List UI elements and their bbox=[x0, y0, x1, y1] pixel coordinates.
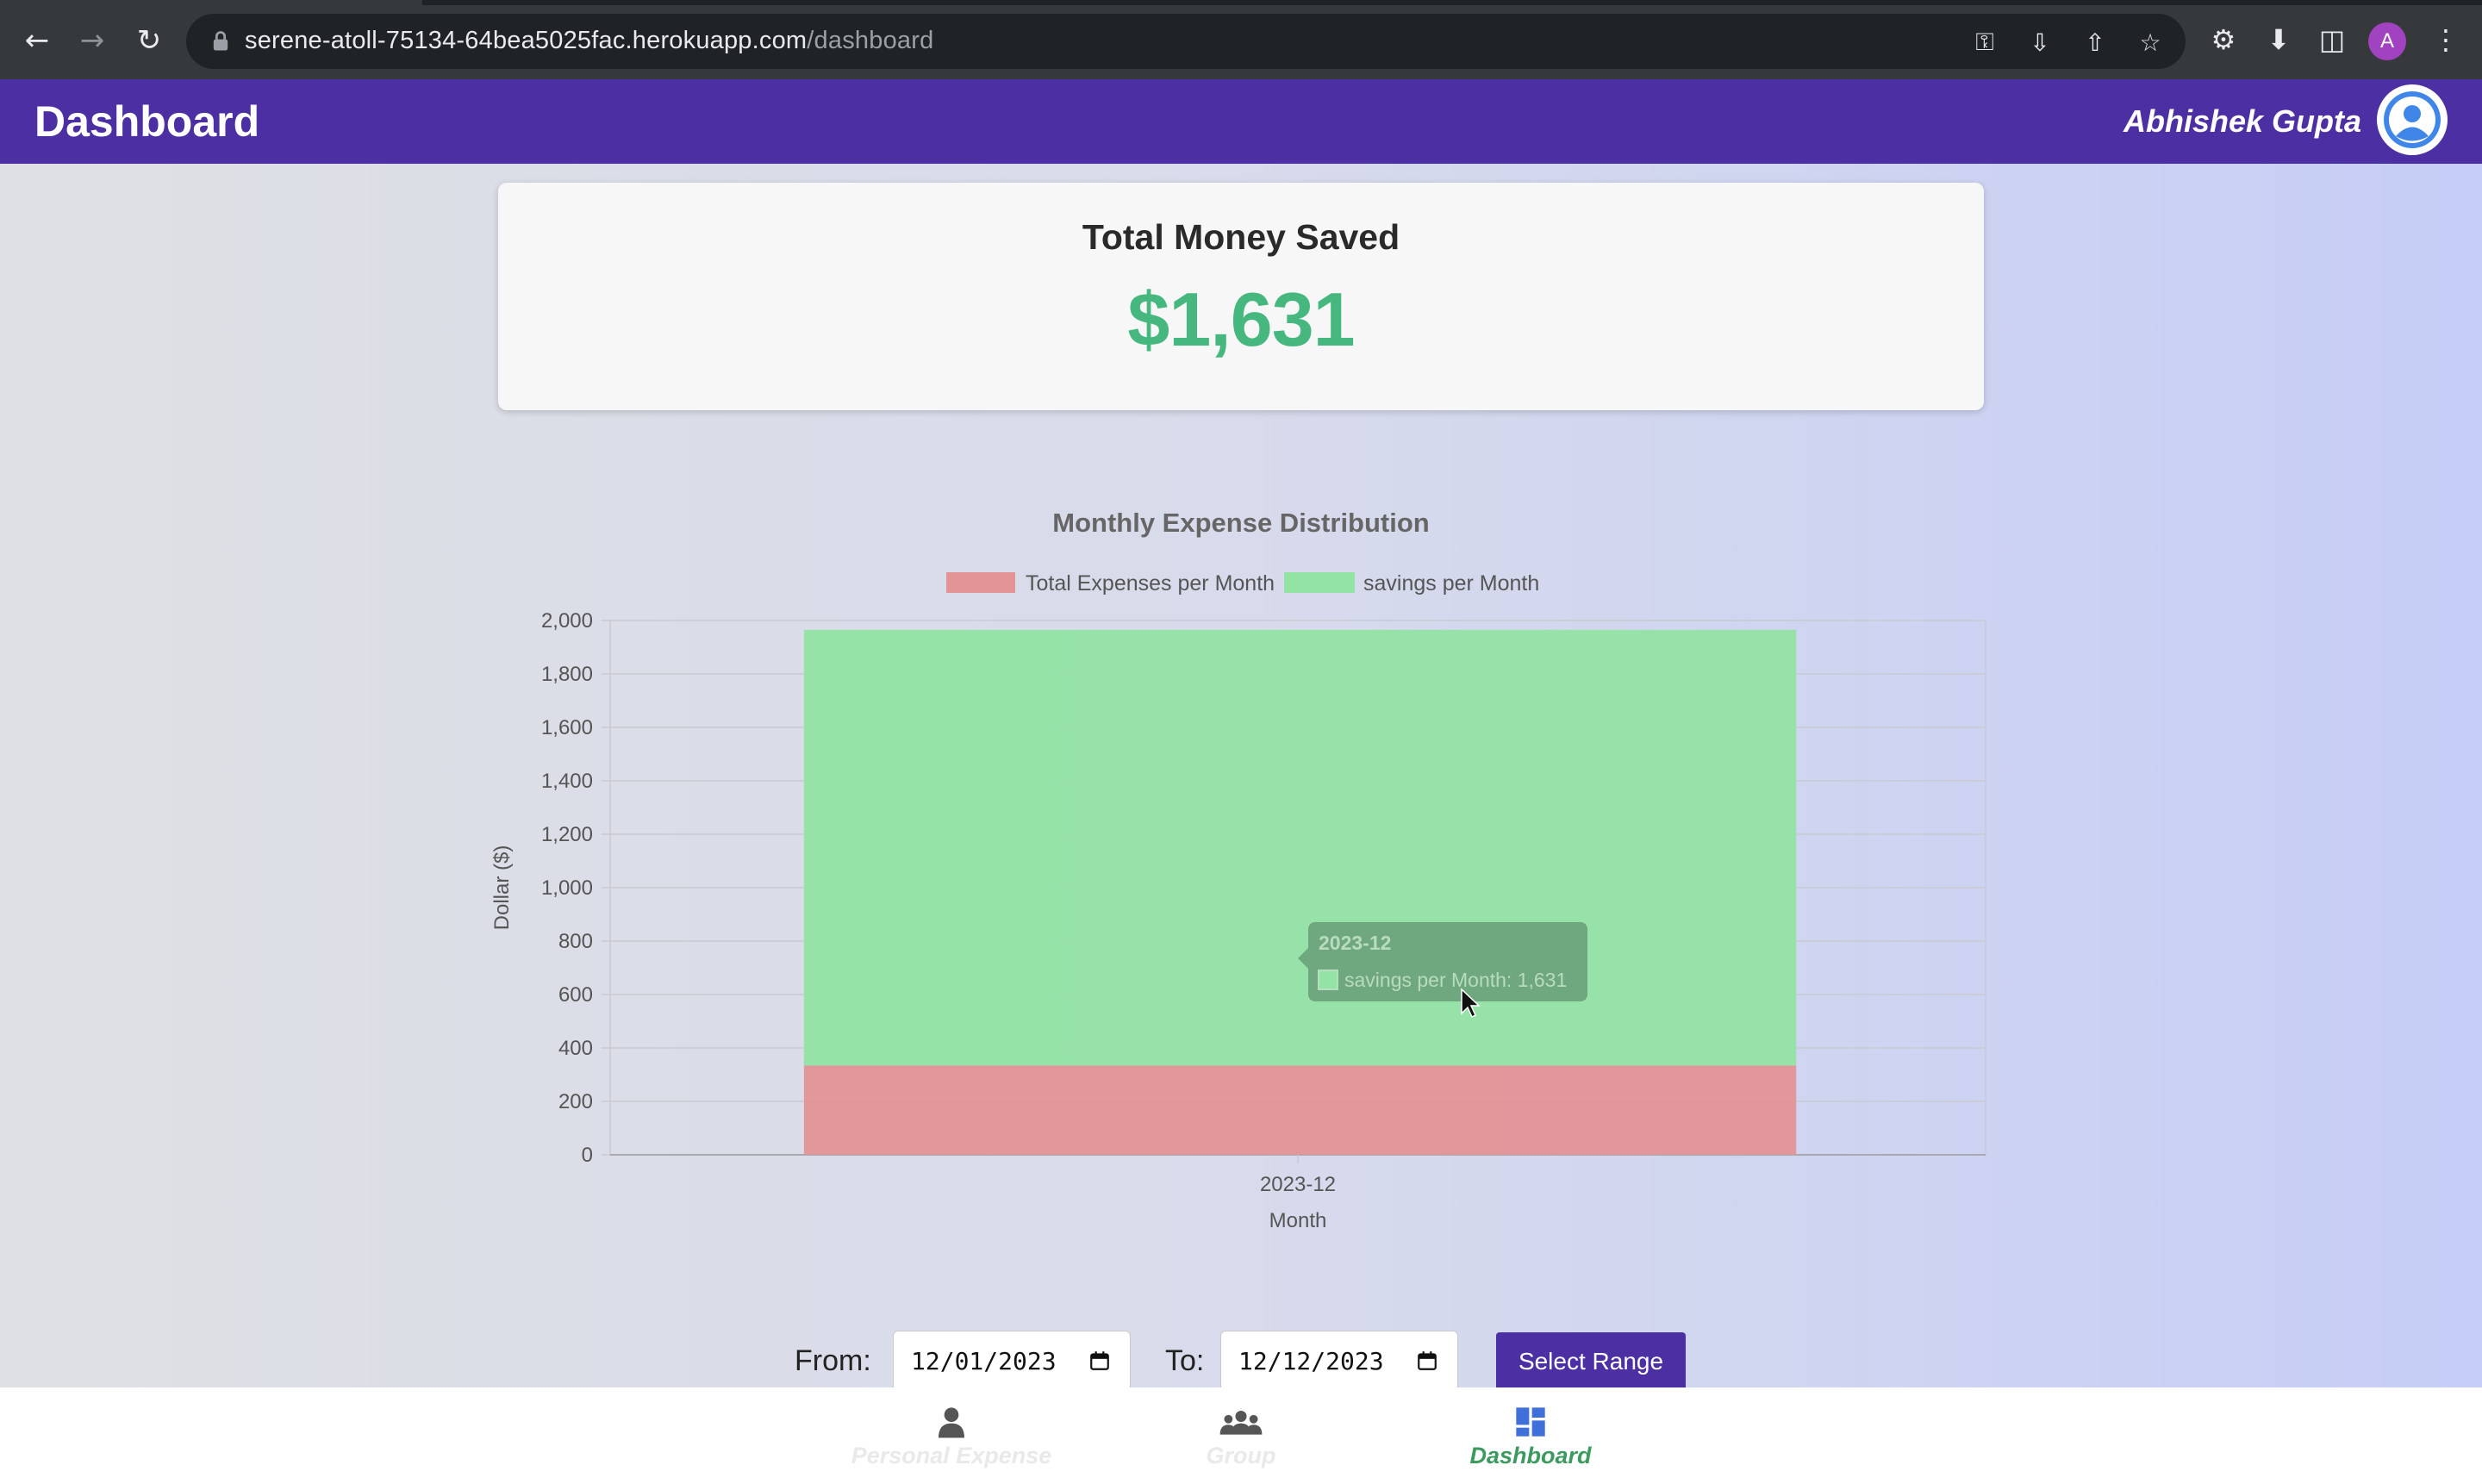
extensions-icon[interactable]: ⚙ bbox=[2206, 22, 2241, 57]
dashboard-icon bbox=[1516, 1407, 1545, 1437]
y-axis-label: Dollar ($) bbox=[490, 845, 514, 931]
savings-title: Total Money Saved bbox=[1082, 217, 1400, 257]
nav-label-dashboard: Dashboard bbox=[1469, 1443, 1592, 1468]
forward-button[interactable]: → bbox=[71, 19, 114, 62]
tab-strip bbox=[0, 0, 2482, 5]
page-title: Dashboard bbox=[34, 97, 260, 146]
nav-label-personal-expense: Personal Expense bbox=[851, 1443, 1052, 1468]
lock-icon bbox=[213, 31, 228, 51]
y-tick-label: 1,000 bbox=[541, 876, 593, 900]
y-tick-label: 2,000 bbox=[541, 609, 593, 633]
bottom-navigation: Personal Expense Group Dashboard bbox=[0, 1387, 2482, 1484]
chart-title: Monthly Expense Distribution bbox=[1052, 508, 1429, 538]
to-label: To: bbox=[1165, 1344, 1205, 1377]
legend-label: savings per Month bbox=[1363, 571, 1539, 595]
select-range-button[interactable]: Select Range bbox=[1496, 1332, 1686, 1391]
reload-button[interactable]: ↻ bbox=[128, 19, 171, 62]
legend-swatch bbox=[946, 572, 1015, 593]
nav-label-group: Group bbox=[1206, 1443, 1276, 1468]
from-date-value: 12/01/2023 bbox=[911, 1347, 1057, 1375]
y-tick-label: 1,600 bbox=[541, 716, 593, 739]
legend-label: Total Expenses per Month bbox=[1026, 571, 1275, 595]
y-tick-label: 800 bbox=[558, 930, 593, 953]
y-tick-label: 1,400 bbox=[541, 770, 593, 793]
menu-kebab-icon[interactable]: ⋮ bbox=[2429, 22, 2463, 57]
y-tick-label: 400 bbox=[558, 1037, 593, 1060]
install-app-icon[interactable]: ⇩ bbox=[2025, 28, 2055, 57]
y-tick-label: 0 bbox=[582, 1144, 593, 1167]
back-button[interactable]: ← bbox=[16, 19, 59, 62]
url-text[interactable]: serene-atoll-75134-64bea5025fac.herokuap… bbox=[245, 27, 933, 55]
y-tick-label: 600 bbox=[558, 983, 593, 1007]
user-name: Abhishek Gupta bbox=[2123, 103, 2361, 139]
browser-toolbar: ← → ↻ serene-atoll-75134-64bea5025fac.he… bbox=[0, 0, 2482, 79]
profile-avatar[interactable]: A bbox=[2368, 22, 2406, 60]
bar-expenses bbox=[803, 1065, 1797, 1155]
x-axis-label: Month bbox=[1269, 1209, 1327, 1232]
expense-chart: Monthly Expense Distribution Total Expens… bbox=[483, 500, 1999, 1258]
user-avatar[interactable] bbox=[2377, 84, 2448, 155]
date-range-selector: From: 12/01/2023 To: 12/12/2023 Select R… bbox=[0, 1327, 2482, 1391]
tooltip-title: 2023-12 bbox=[1319, 932, 1391, 954]
x-tick-label: 2023-12 bbox=[1260, 1173, 1336, 1196]
person-icon bbox=[939, 1407, 964, 1438]
tooltip-swatch bbox=[1318, 970, 1338, 990]
calendar-icon[interactable] bbox=[1416, 1349, 1438, 1373]
savings-card: Total Money Saved $1,631 bbox=[498, 183, 1984, 410]
profile-initial: A bbox=[2379, 29, 2394, 53]
key-icon[interactable]: ⚿ bbox=[1970, 28, 1999, 57]
y-tick-label: 1,200 bbox=[541, 823, 593, 846]
share-icon[interactable]: ⇧ bbox=[2080, 28, 2110, 57]
y-tick-label: 200 bbox=[558, 1090, 593, 1113]
legend-swatch bbox=[1284, 572, 1355, 593]
bar-savings bbox=[803, 629, 1797, 1066]
app-header: Dashboard Abhishek Gupta bbox=[0, 79, 2482, 164]
downloads-icon[interactable]: ⬇ bbox=[2261, 22, 2296, 57]
to-date-value: 12/12/2023 bbox=[1238, 1347, 1384, 1375]
nav-item-group[interactable]: Group bbox=[1138, 1405, 1344, 1482]
tooltip-text: savings per Month: 1,631 bbox=[1344, 969, 1567, 991]
to-date-input[interactable]: 12/12/2023 bbox=[1220, 1331, 1458, 1391]
savings-amount: $1,631 bbox=[1127, 277, 1355, 362]
from-date-input[interactable]: 12/01/2023 bbox=[893, 1331, 1131, 1391]
y-tick-label: 1,800 bbox=[541, 663, 593, 686]
nav-item-personal-expense[interactable]: Personal Expense bbox=[848, 1405, 1055, 1482]
calendar-icon[interactable] bbox=[1088, 1349, 1111, 1373]
user-circle-icon bbox=[2384, 91, 2441, 148]
from-label: From: bbox=[795, 1344, 871, 1377]
side-panel-icon[interactable]: ◫ bbox=[2315, 22, 2349, 57]
chart-canvas: Monthly Expense Distribution Total Expens… bbox=[490, 508, 1986, 1232]
nav-item-dashboard[interactable]: Dashboard bbox=[1427, 1405, 1634, 1482]
address-bar[interactable]: serene-atoll-75134-64bea5025fac.herokuap… bbox=[186, 14, 2186, 69]
group-icon bbox=[1219, 1411, 1263, 1435]
bookmark-star-icon[interactable]: ☆ bbox=[2136, 28, 2165, 57]
